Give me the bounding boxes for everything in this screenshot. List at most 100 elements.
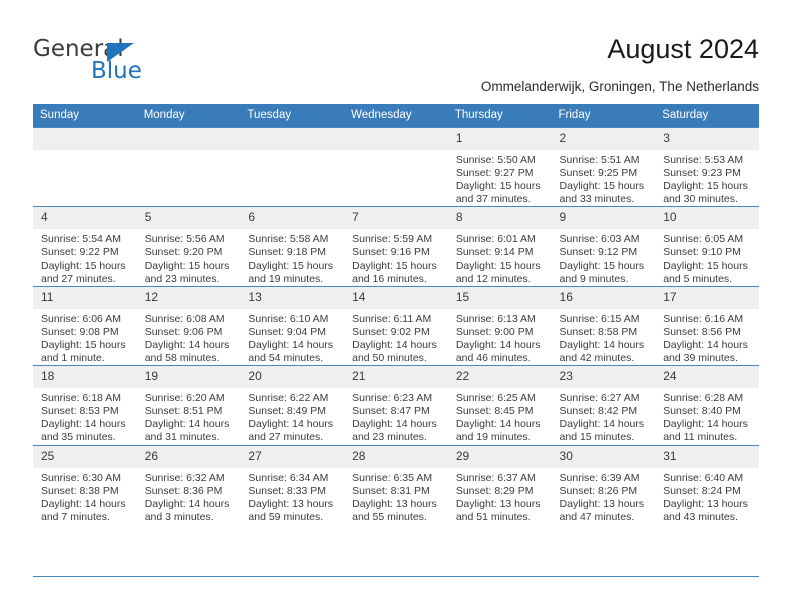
- daylight-duration-line1: Daylight: 14 hours: [663, 418, 748, 431]
- calendar-day-cell[interactable]: 29 Sunrise: 6:37 AM Sunset: 8:29 PM Dayligh…: [447, 444, 552, 524]
- day-number: 30: [551, 445, 656, 468]
- daylight-duration-line2: and 35 minutes.: [41, 431, 116, 444]
- day-number: 12: [136, 286, 241, 309]
- sunset-time: Sunset: 8:31 PM: [352, 484, 430, 497]
- sunrise-time: Sunrise: 5:53 AM: [663, 154, 744, 166]
- day-details: Sunrise: 6:13 AM Sunset: 9:00 PM Daylight:…: [448, 309, 552, 365]
- calendar-day-cell[interactable]: 31 Sunrise: 6:40 AM Sunset: 8:24 PM Dayligh…: [655, 444, 759, 524]
- daylight-duration-line2: and 23 minutes.: [352, 431, 427, 444]
- daylight-duration-line2: and 9 minutes.: [559, 272, 629, 285]
- sunrise-time: Sunrise: 6:35 AM: [352, 471, 433, 484]
- calendar-day-cell[interactable]: 6 Sunrise: 5:58 AM Sunset: 9:18 PM Daylight…: [240, 206, 345, 287]
- calendar-week-row: 25 Sunrise: 6:30 AM Sunset: 8:38 PM Dayligh…: [33, 444, 759, 524]
- daylight-duration-line2: and 33 minutes.: [559, 193, 635, 206]
- daylight-duration-line1: Daylight: 14 hours: [352, 418, 437, 431]
- day-details: Sunrise: 6:11 AM Sunset: 9:02 PM Daylight:…: [344, 309, 448, 365]
- calendar-day-cell[interactable]: 3 Sunrise: 5:53 AM Sunset: 9:23 PM Daylight…: [655, 126, 759, 207]
- sunset-time: Sunset: 9:14 PM: [455, 246, 534, 259]
- calendar-day-cell[interactable]: 25 Sunrise: 6:30 AM Sunset: 8:38 PM Dayligh…: [33, 444, 137, 524]
- calendar-day-cell[interactable]: 22 Sunrise: 6:25 AM Sunset: 8:45 PM Dayligh…: [447, 365, 552, 445]
- daylight-duration-line1: Daylight: 14 hours: [144, 497, 230, 510]
- day-number: 18: [33, 366, 137, 389]
- daylight-duration-line2: and 7 minutes.: [41, 510, 110, 523]
- calendar-day-cell[interactable]: 2 Sunrise: 5:51 AM Sunset: 9:25 PM Daylight…: [551, 126, 656, 207]
- calendar-day-cell[interactable]: 11 Sunrise: 6:06 AM Sunset: 9:08 PM Dayligh…: [33, 285, 137, 366]
- calendar-day-cell[interactable]: 19 Sunrise: 6:20 AM Sunset: 8:51 PM Dayligh…: [136, 365, 241, 445]
- day-number: 26: [136, 445, 241, 468]
- weekday-header-monday: Monday: [136, 104, 241, 128]
- day-details: Sunrise: 6:22 AM Sunset: 8:49 PM Daylight:…: [240, 388, 344, 444]
- sunrise-time: Sunrise: 6:22 AM: [248, 392, 329, 405]
- calendar-day-cell[interactable]: 10 Sunrise: 6:05 AM Sunset: 9:10 PM Dayligh…: [655, 206, 759, 287]
- sunrise-time: Sunrise: 6:37 AM: [455, 471, 536, 484]
- calendar-day-cell[interactable]: 12 Sunrise: 6:08 AM Sunset: 9:06 PM Dayligh…: [136, 285, 241, 366]
- daylight-duration-line1: Daylight: 13 hours: [248, 497, 334, 510]
- daylight-duration-line1: Daylight: 14 hours: [41, 497, 126, 510]
- calendar-day-cell[interactable]: 21 Sunrise: 6:23 AM Sunset: 8:47 PM Dayligh…: [344, 365, 448, 445]
- day-details: Sunrise: 6:18 AM Sunset: 8:53 PM Daylight:…: [33, 388, 137, 444]
- calendar-day-cell[interactable]: 28 Sunrise: 6:35 AM Sunset: 8:31 PM Dayligh…: [344, 444, 448, 524]
- day-number: [344, 128, 448, 150]
- daylight-duration-line2: and 59 minutes.: [248, 510, 324, 523]
- day-details: Sunrise: 6:28 AM Sunset: 8:40 PM Daylight:…: [655, 388, 759, 444]
- daylight-duration-line2: and 12 minutes.: [455, 272, 531, 285]
- daylight-duration-line2: and 39 minutes.: [663, 352, 738, 365]
- daylight-duration-line1: Daylight: 15 hours: [455, 180, 541, 193]
- day-details: Sunrise: 6:01 AM Sunset: 9:14 PM Daylight:…: [448, 229, 552, 285]
- day-number: 31: [655, 445, 759, 468]
- calendar-day-cell[interactable]: 14 Sunrise: 6:11 AM Sunset: 9:02 PM Dayligh…: [344, 285, 448, 366]
- calendar-cell-empty: [136, 126, 241, 207]
- calendar-day-cell[interactable]: 1 Sunrise: 5:50 AM Sunset: 9:27 PM Daylight…: [447, 126, 552, 207]
- weekday-header-tuesday: Tuesday: [240, 104, 345, 128]
- daylight-duration-line2: and 51 minutes.: [455, 510, 531, 523]
- sunrise-time: Sunrise: 6:28 AM: [663, 392, 744, 405]
- day-number: 7: [344, 207, 448, 230]
- day-details: Sunrise: 6:25 AM Sunset: 8:45 PM Daylight:…: [448, 388, 552, 444]
- daylight-duration-line2: and 55 minutes.: [352, 510, 427, 523]
- sunset-time: Sunset: 9:12 PM: [559, 246, 638, 259]
- general-blue-logo[interactable]: General Blue: [33, 36, 203, 86]
- sunrise-time: Sunrise: 6:34 AM: [248, 471, 329, 484]
- daylight-duration-line2: and 19 minutes.: [248, 272, 324, 285]
- calendar-day-cell[interactable]: 8 Sunrise: 6:01 AM Sunset: 9:14 PM Daylight…: [447, 206, 552, 287]
- daylight-duration-line1: Daylight: 15 hours: [248, 259, 334, 272]
- daylight-duration-line1: Daylight: 15 hours: [559, 180, 645, 193]
- daylight-duration-line2: and 19 minutes.: [455, 431, 531, 444]
- calendar-day-cell[interactable]: 27 Sunrise: 6:34 AM Sunset: 8:33 PM Dayligh…: [240, 444, 345, 524]
- sunrise-time: Sunrise: 5:51 AM: [559, 154, 640, 166]
- calendar-day-cell[interactable]: 18 Sunrise: 6:18 AM Sunset: 8:53 PM Dayligh…: [33, 365, 137, 445]
- calendar-day-cell[interactable]: 17 Sunrise: 6:16 AM Sunset: 8:56 PM Dayligh…: [655, 285, 759, 366]
- daylight-duration-line1: Daylight: 13 hours: [559, 497, 645, 510]
- sunset-time: Sunset: 8:40 PM: [663, 405, 741, 418]
- calendar-day-cell[interactable]: 16 Sunrise: 6:15 AM Sunset: 8:58 PM Dayligh…: [551, 285, 656, 366]
- calendar-day-cell[interactable]: 5 Sunrise: 5:56 AM Sunset: 9:20 PM Daylight…: [136, 206, 241, 287]
- calendar-day-cell[interactable]: 15 Sunrise: 6:13 AM Sunset: 9:00 PM Dayligh…: [447, 285, 552, 366]
- day-number: 6: [240, 207, 345, 230]
- daylight-duration-line2: and 31 minutes.: [144, 431, 220, 444]
- sunrise-time: Sunrise: 5:59 AM: [352, 233, 433, 246]
- daylight-duration-line2: and 47 minutes.: [559, 510, 635, 523]
- logo-text-blue: Blue: [91, 58, 142, 84]
- calendar-day-cell[interactable]: 4 Sunrise: 5:54 AM Sunset: 9:22 PM Daylight…: [33, 206, 137, 287]
- daylight-duration-line2: and 5 minutes.: [663, 272, 733, 285]
- calendar-day-cell[interactable]: 30 Sunrise: 6:39 AM Sunset: 8:26 PM Dayligh…: [551, 444, 656, 524]
- daylight-duration-line1: Daylight: 15 hours: [41, 338, 126, 351]
- day-number: 8: [447, 207, 552, 230]
- sunrise-time: Sunrise: 5:58 AM: [248, 233, 329, 246]
- calendar-day-cell[interactable]: 9 Sunrise: 6:03 AM Sunset: 9:12 PM Daylight…: [551, 206, 656, 287]
- calendar-day-cell[interactable]: 23 Sunrise: 6:27 AM Sunset: 8:42 PM Dayligh…: [551, 365, 656, 445]
- calendar-day-cell[interactable]: 24 Sunrise: 6:28 AM Sunset: 8:40 PM Dayligh…: [655, 365, 759, 445]
- calendar-day-cell[interactable]: 26 Sunrise: 6:32 AM Sunset: 8:36 PM Dayligh…: [136, 444, 241, 524]
- sunset-time: Sunset: 9:27 PM: [455, 167, 534, 180]
- daylight-duration-line1: Daylight: 13 hours: [352, 497, 437, 510]
- calendar-day-cell[interactable]: 13 Sunrise: 6:10 AM Sunset: 9:04 PM Dayligh…: [240, 285, 345, 366]
- calendar-day-cell[interactable]: 20 Sunrise: 6:22 AM Sunset: 8:49 PM Dayligh…: [240, 365, 345, 445]
- calendar-week-row: 4 Sunrise: 5:54 AM Sunset: 9:22 PM Daylight…: [33, 206, 759, 287]
- sunrise-time: Sunrise: 6:30 AM: [41, 471, 121, 484]
- calendar-day-cell[interactable]: 7 Sunrise: 5:59 AM Sunset: 9:16 PM Daylight…: [344, 206, 448, 287]
- day-details: Sunrise: 6:08 AM Sunset: 9:06 PM Daylight:…: [137, 309, 241, 365]
- day-details: Sunrise: 6:15 AM Sunset: 8:58 PM Daylight:…: [552, 309, 656, 365]
- sunset-time: Sunset: 8:26 PM: [559, 484, 638, 497]
- daylight-duration-line1: Daylight: 15 hours: [41, 259, 126, 272]
- calendar-cell-empty: [33, 126, 137, 207]
